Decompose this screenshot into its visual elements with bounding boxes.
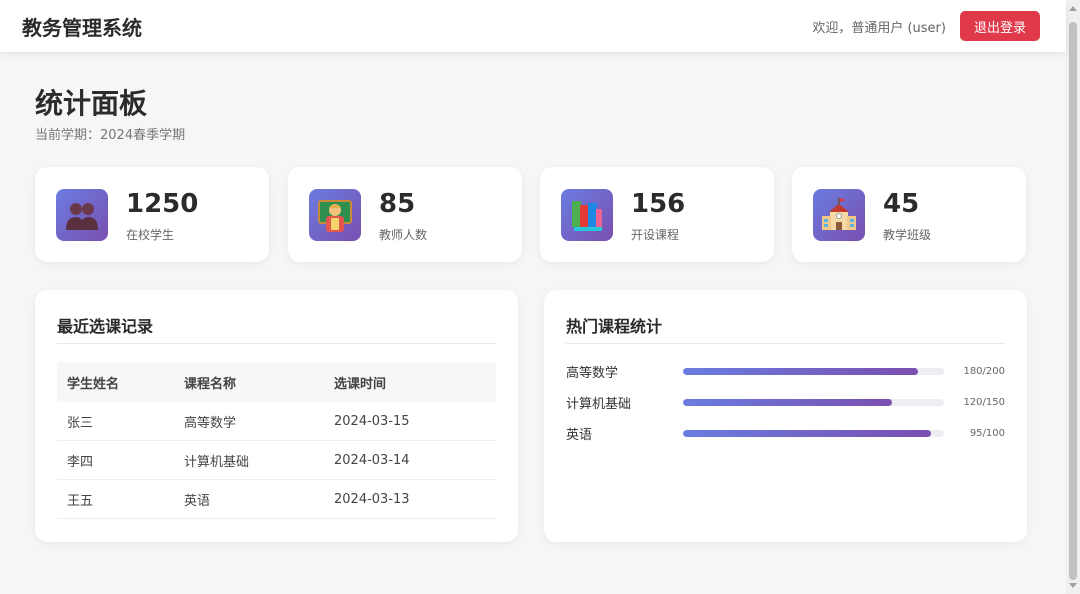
course-name-cell: 计算机基础 bbox=[184, 454, 250, 470]
panel-title: 最近选课记录 bbox=[57, 317, 154, 336]
table-row: 王五 英语 2024-03-13 bbox=[57, 480, 496, 519]
scroll-up-arrow[interactable] bbox=[1069, 6, 1077, 11]
stat-label: 教学班级 bbox=[883, 228, 932, 242]
course-stat-row: 英语 95/100 bbox=[566, 423, 1005, 443]
students-icon bbox=[56, 189, 108, 241]
divider bbox=[566, 343, 1005, 344]
stat-value: 85 bbox=[379, 189, 416, 219]
stat-value: 1250 bbox=[126, 189, 199, 219]
progress-fill bbox=[683, 398, 892, 406]
scroll-thumb[interactable] bbox=[1069, 22, 1077, 580]
progress-fill bbox=[683, 429, 931, 437]
table-row: 张三 高等数学 2024-03-15 bbox=[57, 402, 496, 441]
stat-card-classes: 45 教学班级 bbox=[792, 167, 1026, 262]
top-bar: 教务管理系统 欢迎，普通用户 (user) 退出登录 bbox=[0, 0, 1066, 52]
popular-courses-panel: 热门课程统计 高等数学 180/200 计算机基础 120/150 英语 95/… bbox=[544, 290, 1027, 542]
current-semester: 当前学期：2024春季学期 bbox=[35, 128, 186, 143]
course-count: 95/100 bbox=[969, 427, 1005, 439]
books-icon bbox=[561, 189, 613, 241]
logout-button[interactable]: 退出登录 bbox=[959, 11, 1040, 41]
page-scrollbar[interactable] bbox=[1066, 0, 1080, 594]
progress-bar bbox=[683, 429, 944, 437]
panel-title: 热门课程统计 bbox=[566, 317, 663, 336]
enrollments-table: 学生姓名 课程名称 选课时间 张三 高等数学 2024-03-15 李四 计算机… bbox=[57, 362, 496, 519]
date-cell: 2024-03-15 bbox=[334, 413, 410, 429]
teacher-icon bbox=[309, 189, 361, 241]
table-row: 李四 计算机基础 2024-03-14 bbox=[57, 441, 496, 480]
progress-bar bbox=[683, 367, 944, 375]
column-header: 选课时间 bbox=[334, 376, 387, 392]
course-stat-row: 高等数学 180/200 bbox=[566, 361, 1005, 381]
course-name: 计算机基础 bbox=[566, 396, 632, 412]
page-title: 统计面板 bbox=[35, 87, 148, 120]
stat-value: 156 bbox=[631, 189, 686, 219]
app-title: 教务管理系统 bbox=[22, 15, 142, 40]
student-name-cell: 王五 bbox=[67, 493, 94, 509]
course-stat-row: 计算机基础 120/150 bbox=[566, 392, 1005, 412]
divider bbox=[57, 343, 496, 344]
recent-enrollments-panel: 最近选课记录 学生姓名 课程名称 选课时间 张三 高等数学 2024-03-15… bbox=[35, 290, 518, 542]
stat-value: 45 bbox=[883, 189, 920, 219]
welcome-text: 欢迎，普通用户 (user) bbox=[812, 20, 946, 36]
column-header: 课程名称 bbox=[184, 376, 237, 392]
course-name: 英语 bbox=[566, 427, 593, 443]
stat-label: 在校学生 bbox=[126, 228, 175, 242]
student-name-cell: 李四 bbox=[67, 454, 94, 470]
student-name-cell: 张三 bbox=[67, 415, 94, 431]
date-cell: 2024-03-14 bbox=[334, 452, 410, 468]
column-header: 学生姓名 bbox=[67, 376, 120, 392]
course-name: 高等数学 bbox=[566, 365, 619, 381]
school-icon bbox=[813, 189, 865, 241]
user-area: 欢迎，普通用户 (user) 退出登录 bbox=[812, 11, 1040, 41]
progress-bar bbox=[683, 398, 944, 406]
scroll-down-arrow[interactable] bbox=[1069, 583, 1077, 588]
date-cell: 2024-03-13 bbox=[334, 491, 410, 507]
progress-fill bbox=[683, 367, 918, 375]
course-name-cell: 高等数学 bbox=[184, 415, 237, 431]
table-header: 学生姓名 课程名称 选课时间 bbox=[57, 362, 496, 402]
stat-card-teachers: 85 教师人数 bbox=[288, 167, 522, 262]
stat-label: 教师人数 bbox=[379, 228, 428, 242]
course-name-cell: 英语 bbox=[184, 493, 211, 509]
course-count: 180/200 bbox=[963, 365, 1005, 377]
stat-label: 开设课程 bbox=[631, 228, 680, 242]
stat-card-students: 1250 在校学生 bbox=[35, 167, 269, 262]
stat-card-courses: 156 开设课程 bbox=[540, 167, 774, 262]
course-count: 120/150 bbox=[963, 396, 1005, 408]
